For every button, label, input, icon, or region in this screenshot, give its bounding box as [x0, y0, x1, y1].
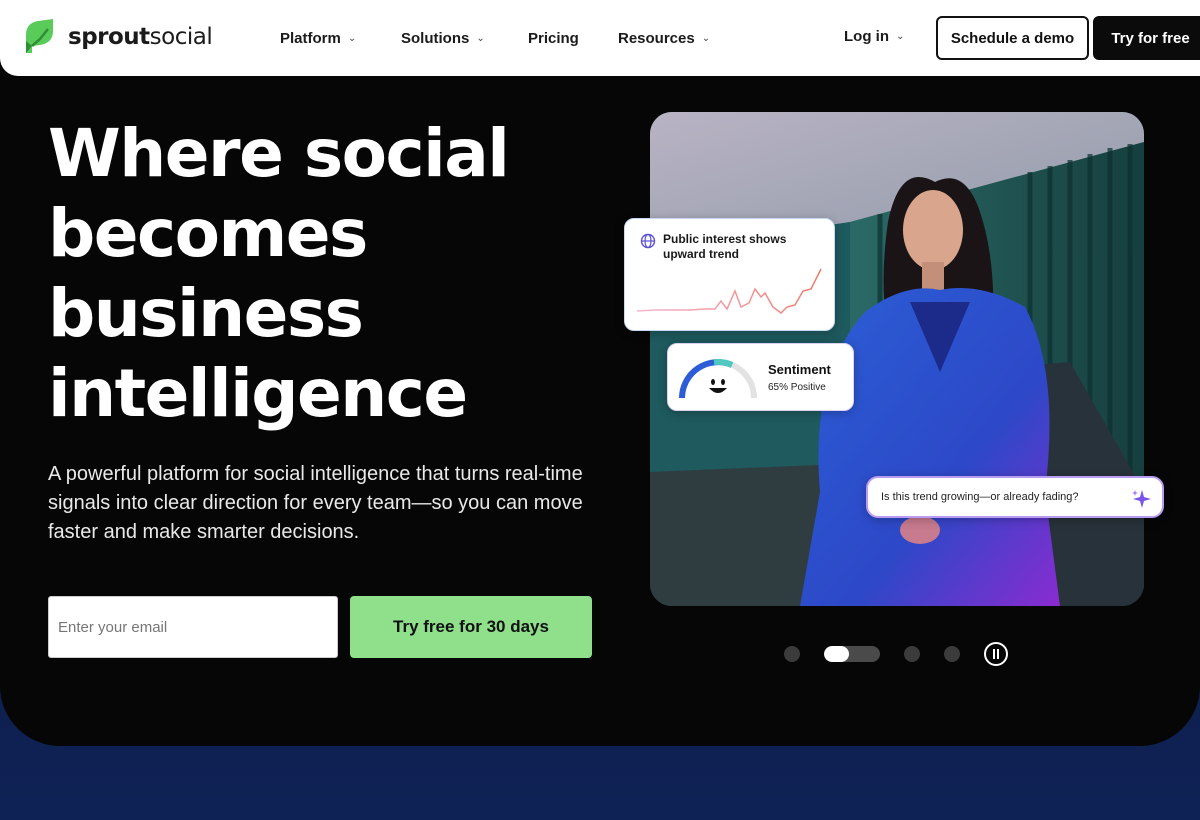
nav-solutions-label: Solutions	[401, 29, 470, 47]
headline-line: business	[48, 275, 364, 352]
top-nav: sproutsocial Platform ⌄ Solutions ⌄ Pricin…	[0, 0, 1200, 76]
chevron-down-icon: ⌄	[701, 32, 711, 44]
trend-card-title: Public interest shows upward trend	[663, 232, 787, 261]
hero-headline: Where social becomes business intelligen…	[48, 114, 608, 434]
globe-icon	[640, 233, 656, 249]
headline-line: intelligence	[48, 355, 468, 432]
try-for-free-button[interactable]: Try for free	[1093, 16, 1200, 60]
headline-line: Where social	[48, 115, 510, 192]
question-prompt-card: Is this trend growing—or already fading?	[866, 476, 1164, 518]
sentiment-gauge	[679, 358, 757, 399]
sproutsocial-logo[interactable]: sproutsocial	[24, 19, 213, 55]
trend-sparkline	[636, 268, 822, 314]
chevron-down-icon: ⌄	[476, 32, 485, 44]
nav-platform-label: Platform	[280, 29, 341, 47]
chevron-down-icon: ⌄	[896, 31, 905, 42]
carousel-dot[interactable]	[784, 646, 800, 662]
sentiment-value: 65% Positive	[768, 382, 826, 393]
nav-resources[interactable]: Resources ⌄	[618, 30, 728, 47]
sparkle-icon	[1132, 490, 1151, 508]
sentiment-title: Sentiment	[768, 362, 831, 377]
carousel-dot[interactable]	[904, 646, 920, 662]
sprout-leaf-icon	[26, 19, 53, 53]
question-text: Is this trend growing—or already fading?	[881, 491, 1079, 503]
smile-icon	[709, 379, 727, 393]
chevron-down-icon: ⌄	[347, 32, 357, 44]
login-menu[interactable]: Log in ⌄	[844, 28, 904, 45]
schedule-demo-button[interactable]: Schedule a demo	[936, 16, 1089, 60]
headline-line: becomes	[48, 195, 368, 272]
nav-solutions[interactable]: Solutions ⌄	[401, 30, 528, 47]
hero-subcopy: A powerful platform for social intellige…	[48, 463, 583, 543]
pause-icon[interactable]	[984, 642, 1008, 666]
try-free-30-days-button[interactable]: Try free for 30 days	[350, 596, 592, 658]
main-menu: Platform ⌄ Solutions ⌄ Pricing Resources ⌄	[280, 0, 728, 76]
nav-pricing-label: Pricing	[528, 29, 579, 47]
nav-platform[interactable]: Platform ⌄	[280, 30, 401, 47]
sentiment-card: Sentiment 65% Positive	[667, 343, 854, 411]
carousel-dot[interactable]	[944, 646, 960, 662]
logo-wordmark: sproutsocial	[68, 24, 213, 50]
carousel-progress	[824, 646, 850, 662]
nav-pricing[interactable]: Pricing	[528, 30, 618, 47]
nav-resources-label: Resources	[618, 29, 695, 47]
carousel-dot-active[interactable]	[824, 646, 880, 662]
trend-card: Public interest shows upward trend	[624, 218, 835, 331]
email-input[interactable]	[48, 596, 338, 658]
login-label: Log in	[844, 28, 889, 45]
